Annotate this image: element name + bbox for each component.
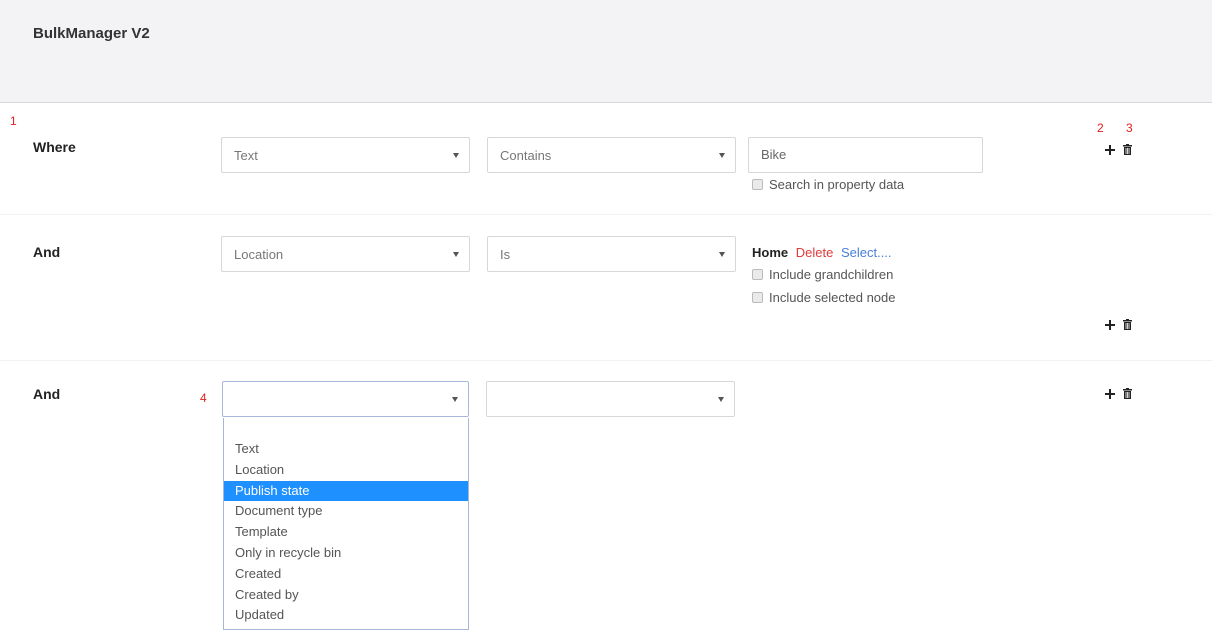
chevron-down-icon [453, 252, 459, 257]
dropdown-option-blank[interactable] [224, 418, 468, 439]
checkbox[interactable] [752, 269, 763, 280]
marker-1: 1 [10, 114, 17, 128]
row-label-where: Where [33, 139, 76, 155]
operator-select-row1[interactable]: Contains [487, 137, 736, 173]
plus-icon[interactable] [1105, 388, 1115, 399]
checkbox[interactable] [752, 292, 763, 303]
search-property-data-option[interactable]: Search in property data [752, 177, 904, 192]
dropdown-option-text[interactable]: Text [224, 439, 468, 460]
node-name: Home [752, 245, 789, 260]
operator-select-row3[interactable] [486, 381, 735, 417]
node-select-link[interactable]: Select.... [841, 245, 892, 260]
include-selected-node-option[interactable]: Include selected node [752, 290, 895, 305]
dropdown-option-location[interactable]: Location [224, 460, 468, 481]
app-header: BulkManager V2 [0, 0, 1212, 103]
value-input-row1[interactable]: Bike [748, 137, 983, 173]
checkbox-label: Search in property data [769, 177, 905, 192]
field-select-row1[interactable]: Text [221, 137, 470, 173]
marker-4: 4 [200, 391, 207, 405]
dropdown-option-updated[interactable]: Updated [224, 605, 468, 626]
node-delete-link[interactable]: Delete [796, 245, 834, 260]
checkbox-label: Include grandchildren [769, 267, 894, 282]
app-title: BulkManager V2 [33, 25, 150, 42]
checkbox-label: Include selected node [769, 290, 896, 305]
include-grandchildren-option[interactable]: Include grandchildren [752, 267, 893, 282]
marker-3: 3 [1126, 121, 1133, 135]
row-label-and: And [33, 386, 61, 402]
row-separator [0, 360, 1212, 361]
dropdown-option-publish-state[interactable]: Publish state [224, 480, 468, 502]
trash-icon[interactable] [1123, 388, 1132, 399]
operator-select-value: Contains [500, 148, 552, 163]
checkbox[interactable] [752, 179, 763, 190]
dropdown-option-recycle-bin[interactable]: Only in recycle bin [224, 543, 468, 564]
dropdown-option-created[interactable]: Created [224, 564, 468, 585]
plus-icon[interactable] [1105, 144, 1115, 155]
value-input-text: Bike [761, 147, 787, 162]
chevron-down-icon [452, 397, 458, 402]
operator-select-value: Is [500, 247, 511, 262]
row1-actions [1105, 144, 1132, 155]
plus-icon[interactable] [1105, 319, 1115, 330]
marker-2: 2 [1097, 121, 1104, 135]
row-separator [0, 214, 1212, 215]
field-dropdown-list: Text Location Publish state Document typ… [223, 418, 469, 630]
field-select-value: Text [234, 148, 258, 163]
chevron-down-icon [719, 153, 725, 158]
dropdown-option-template[interactable]: Template [224, 522, 468, 543]
chevron-down-icon [718, 397, 724, 402]
dropdown-option-created-by[interactable]: Created by [224, 585, 468, 606]
location-node-picker: Home Delete Select.... [752, 245, 892, 260]
row2-actions [1105, 319, 1132, 330]
row3-actions [1105, 388, 1132, 399]
field-select-value: Location [234, 247, 284, 262]
dropdown-option-document-type[interactable]: Document type [224, 501, 468, 522]
field-select-row3[interactable] [222, 381, 469, 417]
field-select-row2[interactable]: Location [221, 236, 470, 272]
trash-icon[interactable] [1123, 144, 1132, 155]
row-label-and: And [33, 244, 61, 260]
operator-select-row2[interactable]: Is [487, 236, 736, 272]
trash-icon[interactable] [1123, 319, 1132, 330]
chevron-down-icon [453, 153, 459, 158]
chevron-down-icon [719, 252, 725, 257]
